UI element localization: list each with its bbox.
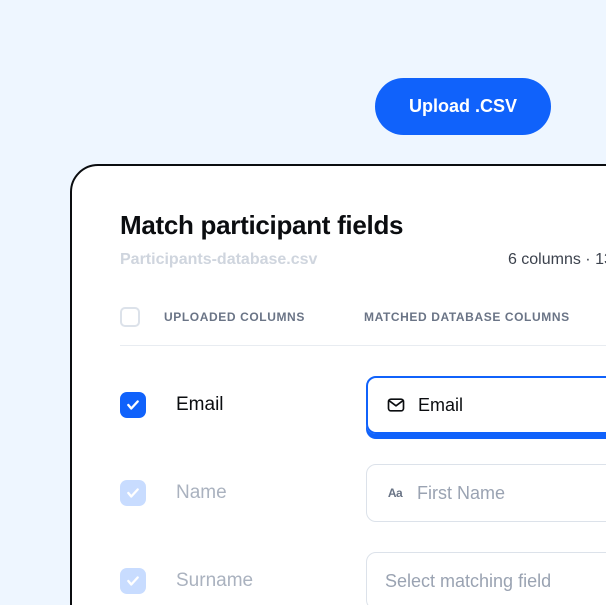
selected-value: Email: [418, 395, 463, 416]
header-matched-columns: MATCHED DATABASE COLUMNS: [364, 310, 606, 324]
header-uploaded-columns: UPLOADED COLUMNS: [164, 310, 364, 324]
check-icon: [126, 398, 140, 412]
row-checkbox[interactable]: [120, 392, 146, 418]
file-stats: 6 columns · 138 rows: [508, 251, 606, 269]
page-title: Match participant fields: [120, 210, 606, 241]
match-fields-card: Match participant fields Participants-da…: [70, 164, 606, 605]
text-icon: Aa: [385, 483, 405, 503]
check-icon: [126, 574, 140, 588]
select-all-checkbox[interactable]: [120, 307, 140, 327]
uploaded-column-label: Name: [176, 482, 366, 504]
field-row: Surname Select matching field: [120, 552, 606, 605]
field-row: Name Aa First Name: [120, 464, 606, 522]
row-checkbox[interactable]: [120, 568, 146, 594]
match-select[interactable]: Aa First Name: [366, 464, 606, 522]
uploaded-column-label: Surname: [176, 570, 366, 592]
field-row: Email Email: [120, 376, 606, 434]
check-icon: [126, 486, 140, 500]
uploaded-filename: Participants-database.csv: [120, 251, 317, 269]
column-headers: UPLOADED COLUMNS MATCHED DATABASE COLUMN…: [120, 307, 606, 346]
selected-value: Select matching field: [385, 571, 551, 592]
uploaded-column-label: Email: [176, 394, 366, 416]
mail-icon: [386, 395, 406, 415]
selected-value: First Name: [417, 483, 505, 504]
row-checkbox[interactable]: [120, 480, 146, 506]
match-select[interactable]: Email: [366, 376, 606, 434]
upload-csv-button[interactable]: Upload .CSV: [375, 78, 551, 135]
match-select[interactable]: Select matching field: [366, 552, 606, 605]
